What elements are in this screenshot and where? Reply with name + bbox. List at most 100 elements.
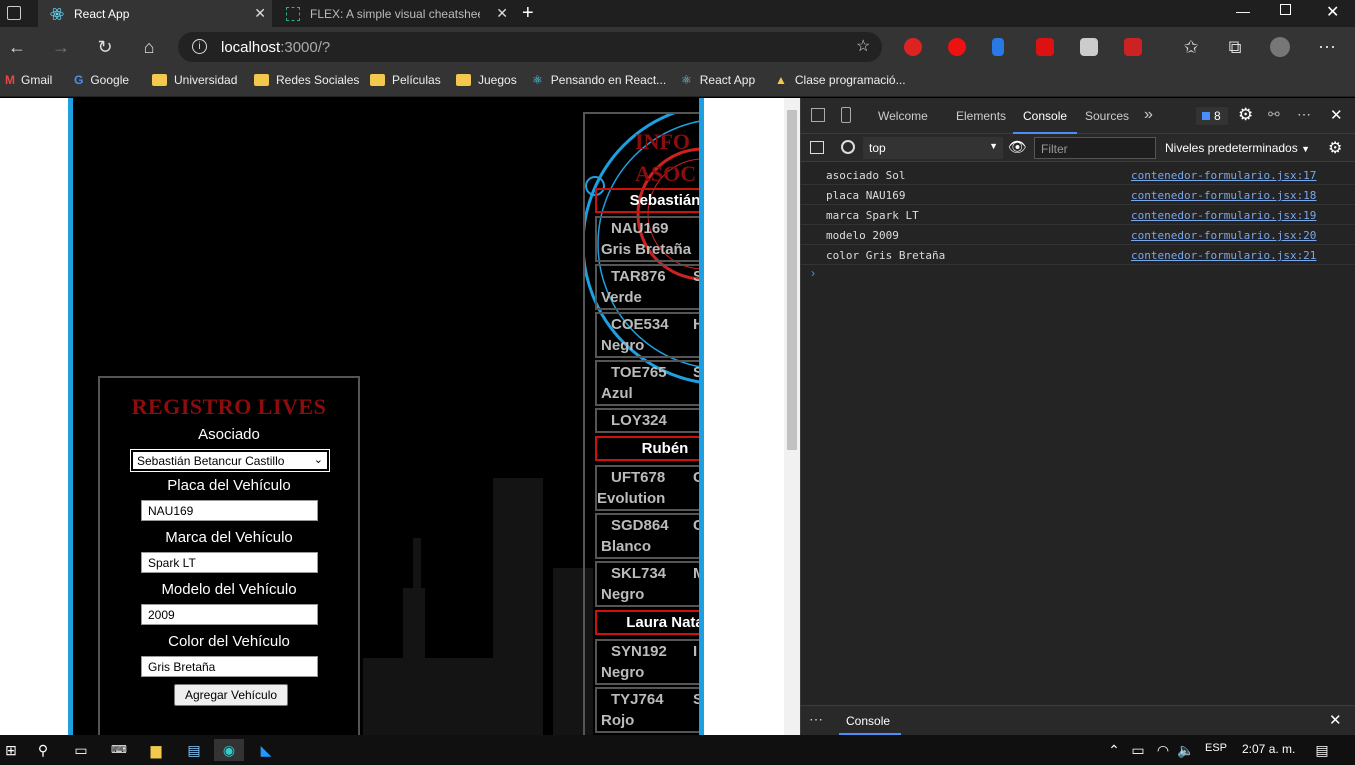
levels-dropdown[interactable]: Niveles predeterminados ▼ xyxy=(1165,141,1310,155)
url-rest: :3000/? xyxy=(280,39,331,56)
reload-button[interactable]: ↻ xyxy=(94,36,116,58)
info-icon[interactable]: i xyxy=(192,39,207,54)
file-explorer-icon[interactable]: ▆ xyxy=(145,739,167,761)
address-bar[interactable]: i localhost:3000/? ☆ xyxy=(178,32,882,62)
bookmark-pensando-en-react[interactable]: ⚛ Pensando en React... xyxy=(532,73,666,87)
window-menu-icon[interactable] xyxy=(7,6,21,20)
bookmark-juegos[interactable]: Juegos xyxy=(456,73,517,87)
forward-button[interactable]: → xyxy=(50,36,72,58)
flex-icon xyxy=(286,6,300,21)
console-settings-gear-icon[interactable]: ⚙ xyxy=(1328,138,1342,158)
form-title: REGISTRO LIVES xyxy=(131,394,327,419)
context-select[interactable]: top ▼ xyxy=(863,137,1003,159)
tab-flex-cheatsheet[interactable]: FLEX: A simple visual cheatsheet ✕ xyxy=(274,0,514,27)
settings-gear-icon[interactable]: ⚙ xyxy=(1238,105,1253,125)
folder-icon xyxy=(370,74,385,86)
scrollbar-thumb[interactable] xyxy=(787,110,797,450)
bookmarks-bar: M Gmail G Google Universidad Redes Sociale… xyxy=(0,67,1355,97)
drawer-tab-console[interactable]: Console xyxy=(846,714,890,728)
eye-icon[interactable]: 👁 xyxy=(1008,138,1027,156)
bookmark-react-app[interactable]: ⚛ React App xyxy=(681,73,755,87)
new-tab-button[interactable]: + xyxy=(522,2,534,25)
collections-icon[interactable]: ⧉ xyxy=(1224,36,1246,58)
notifications-icon[interactable]: ▤ xyxy=(1311,739,1333,761)
maximize-button[interactable] xyxy=(1280,4,1291,15)
console-prompt-icon[interactable]: › xyxy=(811,266,815,280)
windows-taskbar: ⊞ ⚲ ▭ ⌨ ▆ ▤ ◉ ◣ ⌃ ▭ ◠ 🔈 ESP 2:07 a. m. ▤ xyxy=(0,735,1355,765)
close-tab-icon[interactable]: ✕ xyxy=(496,5,508,22)
tab-welcome[interactable]: Welcome xyxy=(878,109,928,123)
close-window-button[interactable]: ✕ xyxy=(1326,2,1339,22)
vehicle-card: SKL734MNegro xyxy=(595,561,699,607)
associate-select[interactable]: Sebastián Betancur Castillo ⌄ xyxy=(130,449,330,472)
bookmark-peliculas[interactable]: Películas xyxy=(370,73,441,87)
bookmark-universidad[interactable]: Universidad xyxy=(152,73,237,87)
tab-react-app[interactable]: React App ✕ xyxy=(38,0,272,27)
source-link[interactable]: contenedor-formulario.jsx:18 xyxy=(1131,189,1316,202)
bookmark-google[interactable]: G Google xyxy=(74,73,129,87)
owner-header: Laura Nata xyxy=(595,610,699,635)
close-devtools-icon[interactable]: ✕ xyxy=(1330,106,1343,124)
task-view-icon[interactable]: ▭ xyxy=(70,739,92,761)
google-icon: G xyxy=(74,73,84,87)
tab-sources[interactable]: Sources xyxy=(1085,109,1129,123)
avatar[interactable] xyxy=(1270,37,1290,57)
extension-block-icon[interactable] xyxy=(948,38,966,56)
extension-gray-icon[interactable] xyxy=(1080,38,1098,56)
plate-input[interactable]: NAU169 xyxy=(141,500,318,521)
source-link[interactable]: contenedor-formulario.jsx:19 xyxy=(1131,209,1316,222)
volume-icon[interactable]: 🔈 xyxy=(1175,739,1197,761)
bookmark-redes-sociales[interactable]: Redes Sociales xyxy=(254,73,359,87)
device-toolbar-icon[interactable] xyxy=(841,107,851,123)
message-icon xyxy=(1202,112,1210,120)
close-tab-icon[interactable]: ✕ xyxy=(254,5,266,22)
devtools-menu-icon[interactable]: ⋯ xyxy=(1297,106,1311,123)
battery-icon[interactable]: ▭ xyxy=(1127,739,1149,761)
home-button[interactable]: ⌂ xyxy=(138,36,160,58)
clear-console-icon[interactable] xyxy=(841,140,855,154)
tab-console[interactable]: Console xyxy=(1023,109,1067,123)
vscode-icon[interactable]: ◣ xyxy=(255,739,277,761)
favorites-icon[interactable]: ✩ xyxy=(1180,36,1202,58)
terminal-icon[interactable]: ⌨ xyxy=(108,739,130,761)
source-link[interactable]: contenedor-formulario.jsx:17 xyxy=(1131,169,1316,182)
bookmark-extension-icon[interactable] xyxy=(992,38,1004,56)
inspect-element-icon[interactable] xyxy=(811,108,825,122)
wifi-icon[interactable]: ◠ xyxy=(1152,739,1174,761)
more-tabs-icon[interactable]: » xyxy=(1144,106,1153,124)
language-indicator[interactable]: ESP xyxy=(1205,742,1227,754)
filter-input[interactable]: Filter xyxy=(1034,137,1156,159)
close-drawer-icon[interactable]: ✕ xyxy=(1329,711,1342,729)
url-host: localhost xyxy=(221,39,281,56)
windows-start-icon[interactable]: ⊞ xyxy=(0,739,22,761)
extension-gift-icon[interactable] xyxy=(1124,38,1142,56)
devtools-drawer: ⋯ Console ✕ xyxy=(801,705,1355,735)
clock[interactable]: 2:07 a. m. xyxy=(1242,742,1295,756)
bookmark-clase-programacion[interactable]: ▲ Clase programació... xyxy=(775,73,906,87)
console-log-row: color Gris Bretaña contenedor-formulario.… xyxy=(801,245,1355,265)
drive-icon: ▲ xyxy=(775,73,787,87)
adblock-icon[interactable] xyxy=(1036,38,1054,56)
color-input[interactable]: Gris Bretaña xyxy=(141,656,318,677)
extension-red-icon[interactable] xyxy=(904,38,922,56)
customize-icon[interactable]: ⚯ xyxy=(1268,106,1280,123)
notepad-icon[interactable]: ▤ xyxy=(183,739,205,761)
brand-input[interactable]: Spark LT xyxy=(141,552,318,573)
back-button[interactable]: ← xyxy=(6,36,28,58)
tab-elements[interactable]: Elements xyxy=(956,109,1006,123)
show-hidden-icons-icon[interactable]: ⌃ xyxy=(1103,739,1125,761)
search-icon[interactable]: ⚲ xyxy=(32,739,54,761)
edge-icon[interactable]: ◉ xyxy=(214,739,244,761)
minimize-button[interactable]: — xyxy=(1236,3,1250,19)
source-link[interactable]: contenedor-formulario.jsx:20 xyxy=(1131,229,1316,242)
page-scrollbar[interactable] xyxy=(784,98,800,735)
favorite-star-icon[interactable]: ☆ xyxy=(856,36,870,56)
drawer-menu-icon[interactable]: ⋯ xyxy=(809,711,823,728)
issues-badge[interactable]: 8 xyxy=(1196,107,1228,125)
add-vehicle-button[interactable]: Agregar Vehículo xyxy=(174,684,288,706)
bookmark-gmail[interactable]: M Gmail xyxy=(5,73,52,87)
source-link[interactable]: contenedor-formulario.jsx:21 xyxy=(1131,249,1316,262)
model-input[interactable]: 2009 xyxy=(141,604,318,625)
more-menu-icon[interactable]: ⋯ xyxy=(1316,36,1338,58)
sidebar-toggle-icon[interactable] xyxy=(810,141,824,154)
